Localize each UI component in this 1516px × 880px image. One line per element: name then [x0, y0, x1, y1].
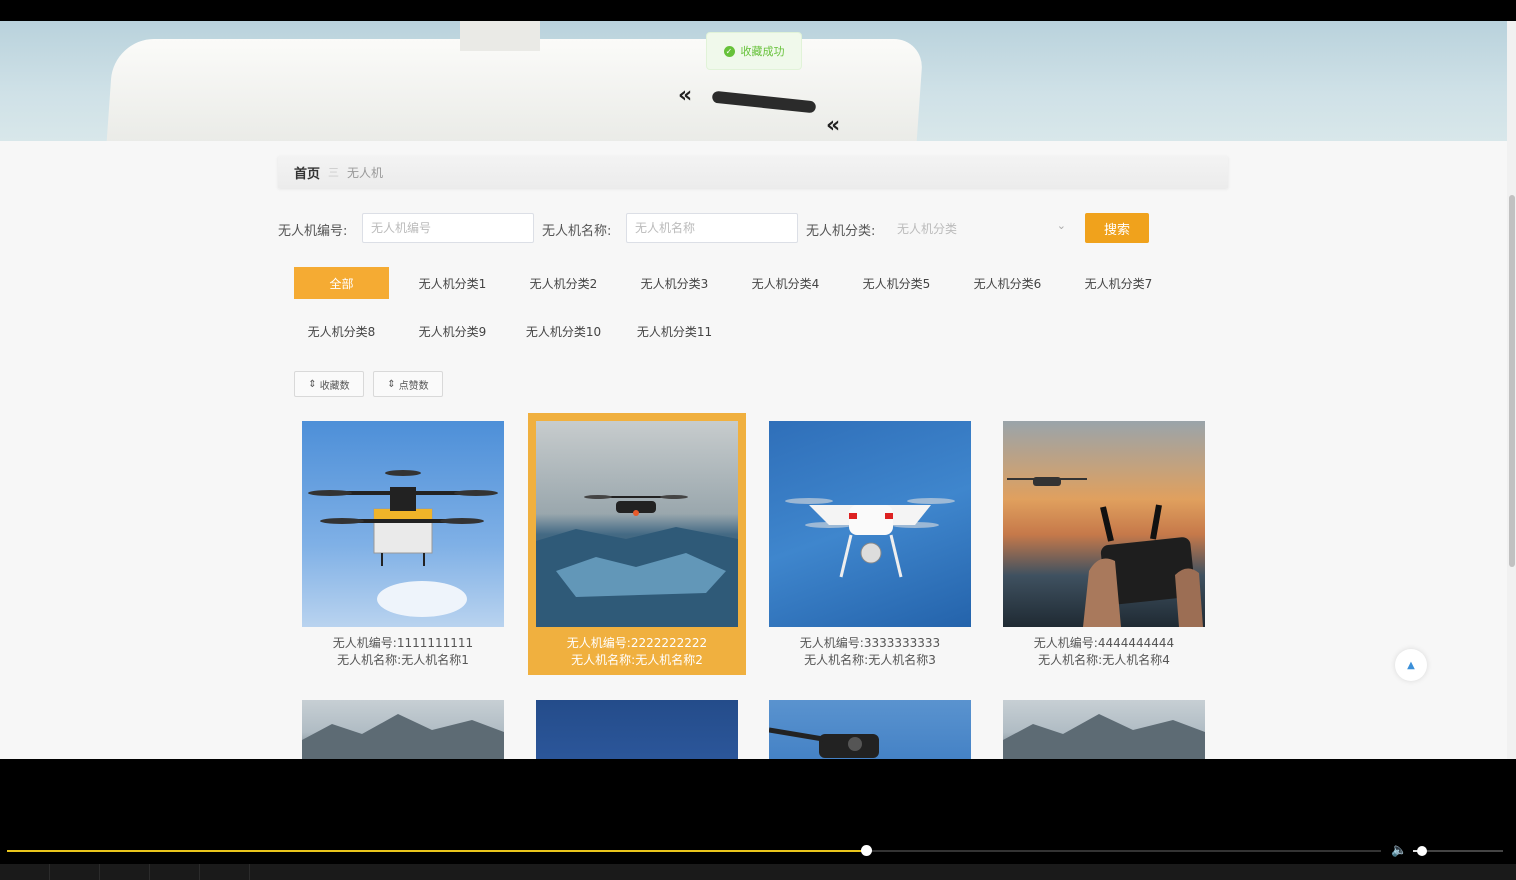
- sort-favorites-button[interactable]: ⇕ 收藏数: [294, 371, 364, 397]
- drone-code-label: 无人机编号:: [566, 636, 631, 650]
- progress-fill: [7, 850, 866, 852]
- drone-image: [302, 700, 504, 759]
- tab-category[interactable]: 无人机分类7: [1071, 267, 1166, 299]
- volume-icon[interactable]: 🔈: [1391, 843, 1407, 858]
- breadcrumb-current: 无人机: [347, 165, 384, 180]
- tab-category[interactable]: 无人机分类2: [516, 267, 611, 299]
- drone-card[interactable]: [294, 692, 512, 759]
- back-to-top-button[interactable]: ▲: [1395, 649, 1427, 681]
- drone-card[interactable]: [995, 692, 1213, 759]
- code-label: 无人机编号:: [278, 224, 348, 239]
- tab-category-all[interactable]: 全部: [294, 267, 389, 299]
- drone-name-label: 无人机名称:: [571, 653, 636, 667]
- player-control-slot[interactable]: [0, 864, 50, 880]
- tab-category[interactable]: 无人机分类11: [627, 315, 722, 347]
- drone-name-line: 无人机名称:无人机名称3: [761, 652, 979, 669]
- progress-track[interactable]: [7, 850, 1381, 852]
- drone-name-label: 无人机名称:: [1038, 653, 1103, 667]
- tab-category[interactable]: 无人机分类3: [627, 267, 722, 299]
- drone-card[interactable]: [761, 692, 979, 759]
- category-select[interactable]: 无人机分类 ⌄: [888, 213, 1076, 243]
- drone-code-line: 无人机编号:1111111111: [294, 635, 512, 652]
- drone-name: 无人机名称4: [1102, 653, 1170, 667]
- player-control-slot[interactable]: [150, 864, 200, 880]
- drone-name-line: 无人机名称:无人机名称1: [294, 652, 512, 669]
- player-control-slot[interactable]: [100, 864, 150, 880]
- drone-name-label: 无人机名称:: [337, 653, 402, 667]
- tab-category[interactable]: 无人机分类8: [294, 315, 389, 347]
- tab-category[interactable]: 无人机分类5: [849, 267, 944, 299]
- drone-card[interactable]: [528, 692, 746, 759]
- player-control-slot[interactable]: [200, 864, 250, 880]
- sort-likes-label: 点赞数: [398, 380, 429, 392]
- category-select-value: 无人机分类: [897, 222, 958, 236]
- drone-name-line: 无人机名称:无人机名称2: [528, 652, 746, 669]
- name-input[interactable]: [626, 213, 798, 243]
- drone-image: [769, 700, 971, 759]
- search-button[interactable]: 搜索: [1085, 213, 1149, 243]
- drone-code: 4444444444: [1097, 636, 1175, 650]
- sort-favorites-label: 收藏数: [319, 380, 350, 392]
- video-player-bar: 🔈: [0, 759, 1516, 880]
- check-circle-icon: ✓: [723, 45, 735, 57]
- tab-category[interactable]: 无人机分类9: [405, 315, 500, 347]
- tab-category[interactable]: 无人机分类10: [516, 315, 611, 347]
- scrollbar-thumb[interactable]: [1509, 195, 1515, 567]
- sort-arrows-icon: ⇕: [387, 378, 396, 390]
- banner-chevron-left-icon: «: [678, 83, 693, 108]
- drone-code-line: 无人机编号:4444444444: [995, 635, 1213, 652]
- drone-code: 2222222222: [630, 636, 708, 650]
- drone-image: [536, 421, 738, 627]
- drone-card[interactable]: 无人机编号:2222222222 无人机名称:无人机名称2: [528, 413, 746, 675]
- banner-chevron-left-icon: «: [826, 113, 841, 138]
- drone-code-label: 无人机编号:: [799, 636, 864, 650]
- drone-name: 无人机名称3: [868, 653, 936, 667]
- drone-code: 3333333333: [863, 636, 941, 650]
- tab-category[interactable]: 无人机分类4: [738, 267, 833, 299]
- breadcrumb-home[interactable]: 首页: [294, 163, 320, 182]
- drone-image: [302, 421, 504, 627]
- category-label: 无人机分类:: [806, 224, 876, 239]
- volume-knob[interactable]: [1417, 846, 1427, 856]
- tab-category[interactable]: 无人机分类1: [405, 267, 500, 299]
- breadcrumb-separator: 三: [328, 166, 340, 179]
- player-control-slot[interactable]: [50, 864, 100, 880]
- drone-code: 1111111111: [396, 636, 474, 650]
- drone-code-label: 无人机编号:: [332, 636, 397, 650]
- name-label: 无人机名称:: [542, 224, 612, 239]
- drone-card[interactable]: 无人机编号:4444444444 无人机名称:无人机名称4: [995, 413, 1213, 675]
- sort-likes-button[interactable]: ⇕ 点赞数: [373, 371, 443, 397]
- sort-arrows-icon: ⇕: [308, 378, 317, 390]
- player-control-strip: [0, 864, 1516, 880]
- drone-code-line: 无人机编号:3333333333: [761, 635, 979, 652]
- breadcrumb: 首页 三 无人机: [278, 156, 1228, 188]
- triangle-up-icon: ▲: [1407, 659, 1415, 671]
- chevron-down-icon: ⌄: [1056, 219, 1066, 232]
- drone-code-label: 无人机编号:: [1033, 636, 1098, 650]
- progress-knob[interactable]: [860, 845, 872, 856]
- drone-name-line: 无人机名称:无人机名称4: [995, 652, 1213, 669]
- drone-name-label: 无人机名称:: [804, 653, 869, 667]
- drone-name: 无人机名称1: [401, 653, 469, 667]
- drone-image: [1003, 700, 1205, 759]
- drone-card[interactable]: 无人机编号:1111111111 无人机名称:无人机名称1: [294, 413, 512, 675]
- page-viewport: « « ✓ 收藏成功 首页 三 无人机 无人机编号: 无人机名称: 无人机分类:…: [0, 21, 1507, 759]
- drone-name: 无人机名称2: [635, 653, 703, 667]
- drone-image: [1003, 421, 1205, 627]
- success-toast: ✓ 收藏成功: [706, 32, 802, 70]
- tab-category[interactable]: 无人机分类6: [960, 267, 1055, 299]
- drone-code-line: 无人机编号:2222222222: [528, 635, 746, 652]
- hero-banner: « « ✓ 收藏成功: [0, 21, 1507, 141]
- banner-rooftop-box: [460, 21, 540, 51]
- toast-text: 收藏成功: [740, 45, 785, 58]
- drone-card[interactable]: 无人机编号:3333333333 无人机名称:无人机名称3: [761, 413, 979, 675]
- drone-image: [536, 700, 738, 759]
- drone-image: [769, 421, 971, 627]
- code-input[interactable]: [362, 213, 534, 243]
